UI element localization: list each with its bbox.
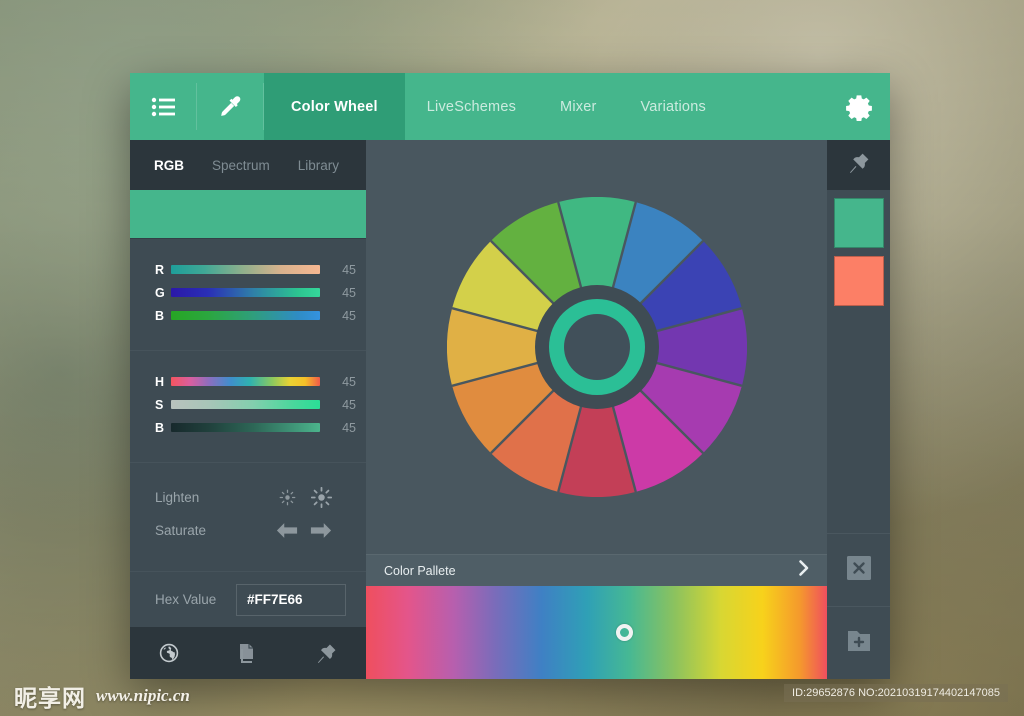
left-panel: RGB Spectrum Library R 45 G 45 B 45 H 45…: [130, 140, 366, 679]
center-panel: Color Pallete: [366, 140, 827, 679]
left-panel-footer: [130, 627, 366, 679]
slider-value-r: 45: [342, 262, 356, 277]
app-body: RGB Spectrum Library R 45 G 45 B 45 H 45…: [130, 140, 890, 679]
slider-row-b2: B 45: [130, 419, 366, 436]
color-picker-window: Color Wheel LiveSchemes Mixer Variations: [130, 73, 890, 679]
slider-value-g: 45: [342, 285, 356, 300]
hex-value-input[interactable]: [236, 583, 346, 616]
watermark-bar: 昵享网 www.nipic.cn ID:29652876 NO:20210319…: [0, 676, 1024, 716]
chevron-right-icon[interactable]: [797, 559, 811, 582]
hsb-slider-group: H 45 S 45 B 45: [130, 351, 366, 463]
slider-label-g: G: [155, 285, 165, 300]
color-preview-swatch[interactable]: [130, 190, 366, 239]
tab-mixer[interactable]: Mixer: [538, 73, 618, 140]
slider-row-b: B 45: [130, 307, 366, 324]
gear-icon[interactable]: [827, 73, 890, 140]
hex-value-label: Hex Value: [155, 592, 217, 607]
watermark-id: ID:29652876 NO:20210319174402147085: [784, 684, 1008, 702]
color-wheel[interactable]: [446, 197, 747, 497]
folder-plus-icon: [846, 628, 872, 659]
slider-track-h[interactable]: [171, 377, 320, 386]
left-subtabs: RGB Spectrum Library: [130, 140, 366, 190]
slider-value-h: 45: [342, 374, 356, 389]
sun-small-icon[interactable]: [270, 489, 304, 506]
globe-icon[interactable]: [130, 643, 209, 663]
color-palette-gradient[interactable]: [366, 586, 827, 679]
subtab-spectrum[interactable]: Spectrum: [212, 158, 270, 173]
list-menu-icon[interactable]: [130, 73, 197, 140]
tab-variations[interactable]: Variations: [619, 73, 728, 140]
slider-track-r[interactable]: [171, 265, 320, 274]
slider-value-b: 45: [342, 308, 356, 323]
subtab-library-label: Library: [297, 157, 340, 173]
arrow-left-icon[interactable]: [270, 522, 304, 539]
watermark-url: www.nipic.cn: [96, 686, 190, 705]
sun-large-icon[interactable]: [304, 487, 338, 508]
delete-swatch-button[interactable]: [827, 533, 890, 606]
tab-color-wheel-label: Color Wheel: [291, 98, 378, 115]
subtab-rgb[interactable]: RGB: [154, 158, 184, 173]
wheel-hub-center[interactable]: [563, 314, 630, 380]
swatch-coral[interactable]: [833, 256, 884, 306]
adjust-row-lighten: Lighten: [130, 485, 366, 510]
subtab-rgb-label: RGB: [154, 157, 184, 173]
app-header: Color Wheel LiveSchemes Mixer Variations: [130, 73, 890, 140]
tab-liveschemes-label: LiveSchemes: [426, 98, 517, 115]
rail-pin-button[interactable]: [827, 140, 890, 190]
hex-value-row: Hex Value: [130, 572, 366, 627]
slider-label-b: B: [155, 308, 165, 323]
adjust-row-saturate: Saturate: [130, 518, 366, 543]
slider-track-s[interactable]: [171, 400, 320, 409]
slider-row-g: G 45: [130, 284, 366, 301]
tab-color-wheel[interactable]: Color Wheel: [264, 73, 405, 140]
slider-row-r: R 45: [130, 261, 366, 278]
slider-label-r: R: [155, 262, 165, 277]
main-tabs: Color Wheel LiveSchemes Mixer Variations: [264, 73, 827, 140]
palette-handle[interactable]: [616, 624, 634, 641]
pin-icon: [848, 152, 870, 179]
slider-track-b2[interactable]: [171, 423, 320, 432]
color-palette-header[interactable]: Color Pallete: [366, 554, 827, 586]
watermark-logo: 昵享网: [14, 686, 86, 712]
right-rail: [827, 140, 890, 679]
subtab-library[interactable]: Library: [298, 158, 339, 173]
slider-label-h: H: [155, 374, 165, 389]
subtab-spectrum-label: Spectrum: [212, 157, 270, 173]
tab-variations-label: Variations: [640, 98, 706, 115]
eyedropper-icon[interactable]: [197, 73, 264, 140]
slider-track-g[interactable]: [171, 288, 320, 297]
color-wheel-container: [366, 140, 827, 554]
slider-row-h: H 45: [130, 373, 366, 390]
slider-row-s: S 45: [130, 396, 366, 413]
adjust-label-saturate: Saturate: [155, 523, 207, 538]
add-folder-button[interactable]: [827, 606, 890, 679]
color-palette-title: Color Pallete: [384, 563, 456, 578]
pin-icon[interactable]: [287, 643, 366, 664]
slider-value-b2: 45: [342, 420, 356, 435]
slider-label-b2: B: [155, 420, 165, 435]
slider-track-b[interactable]: [171, 311, 320, 320]
slider-label-s: S: [155, 397, 164, 412]
adjust-group: Lighten Saturate: [130, 463, 366, 572]
close-x-icon: [846, 555, 872, 586]
tab-liveschemes[interactable]: LiveSchemes: [405, 73, 538, 140]
rail-spacer: [827, 306, 890, 533]
tab-mixer-label: Mixer: [560, 98, 597, 115]
arrow-right-icon[interactable]: [304, 522, 338, 539]
slider-value-s: 45: [342, 397, 356, 412]
swatch-green[interactable]: [833, 198, 884, 248]
copy-pages-icon[interactable]: [209, 642, 288, 664]
rgb-slider-group: R 45 G 45 B 45: [130, 239, 366, 351]
adjust-label-lighten: Lighten: [155, 490, 200, 505]
